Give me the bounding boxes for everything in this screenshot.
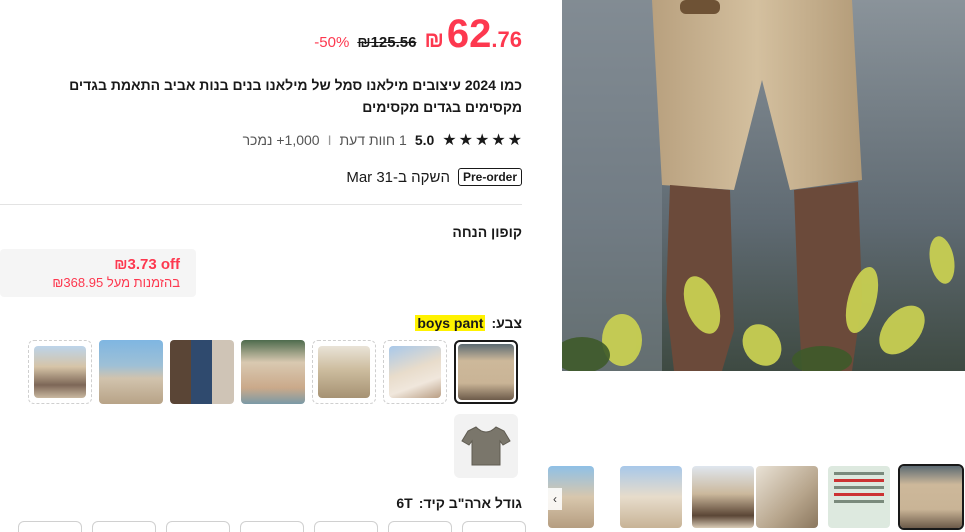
swatch-image <box>458 344 514 400</box>
rating-row[interactable]: ★ ★ ★ ★ ★ 5.0 1 חוות דעת I 1,000+ נמכר <box>243 130 522 150</box>
star-icon: ★ <box>474 132 490 149</box>
gallery-thumb[interactable] <box>898 464 964 530</box>
review-count[interactable]: 1 חוות דעת <box>339 132 406 148</box>
star-icon: ★ <box>491 132 506 149</box>
size-option[interactable] <box>240 521 304 532</box>
selected-color: boys pant <box>415 315 486 331</box>
size-option[interactable] <box>92 521 156 532</box>
chevron-left-icon[interactable]: ‹ <box>548 488 562 510</box>
color-swatch[interactable] <box>28 340 92 404</box>
price-integer: 62 <box>446 12 492 56</box>
price-decimal: .76 <box>491 27 522 52</box>
discount-badge: -50% <box>314 34 350 51</box>
color-label: צבע: <box>491 315 522 331</box>
original-price: ₪125.56 <box>357 34 417 51</box>
gallery-thumb[interactable] <box>692 466 754 528</box>
size-label: גודל ארה"ב קיד: <box>418 495 522 511</box>
preorder-badge: Pre-order <box>457 168 522 186</box>
coupon-amount: ₪3.73 off <box>114 256 180 273</box>
shipping-row: Pre-order השקה ב-Mar 31 <box>346 168 522 186</box>
swatch-image <box>241 340 305 404</box>
rating-separator: I <box>327 132 332 148</box>
tshirt-icon <box>454 414 518 478</box>
product-photo <box>562 0 965 371</box>
swatch-image <box>99 340 163 404</box>
size-label-row: גודל ארה"ב קיד: 6T <box>396 495 522 511</box>
coupon-title: קופון הנחה <box>452 224 522 240</box>
color-swatch[interactable] <box>99 340 163 404</box>
gallery-thumb[interactable] <box>828 466 890 528</box>
color-swatch[interactable] <box>454 340 518 404</box>
launch-date: השקה ב-Mar 31 <box>346 168 450 186</box>
star-icon: ★ <box>442 132 457 149</box>
swatch-image <box>34 346 86 398</box>
rating-stars: ★ ★ ★ ★ ★ <box>442 130 522 150</box>
section-divider <box>0 204 522 205</box>
color-swatch[interactable] <box>383 340 447 404</box>
color-swatch[interactable] <box>454 414 518 478</box>
size-option[interactable] <box>462 521 526 532</box>
size-option[interactable] <box>18 521 82 532</box>
coupon-condition: בהזמנות מעל ₪368.95 <box>52 275 180 290</box>
swatch-image <box>170 340 234 404</box>
color-label-row: צבע: boys pant <box>415 315 522 331</box>
star-icon: ★ <box>458 132 473 149</box>
product-title: כמו 2024 עיצובים מילאנו סמל של מילאנו בנ… <box>69 77 522 115</box>
star-icon: ★ <box>507 132 522 149</box>
selected-size: 6T <box>396 495 413 511</box>
size-option[interactable] <box>388 521 452 532</box>
rating-score: 5.0 <box>414 132 435 148</box>
size-option[interactable] <box>314 521 378 532</box>
size-option[interactable] <box>166 521 230 532</box>
price-currency: ₪ <box>424 27 444 52</box>
product-info-panel: ₪ 62 .76 ₪125.56 -50% כמו 2024 עיצובים מ… <box>0 0 540 532</box>
main-product-image[interactable] <box>562 0 965 371</box>
color-swatch[interactable] <box>312 340 376 404</box>
price-row: ₪ 62 .76 ₪125.56 -50% <box>314 14 522 54</box>
color-swatch[interactable] <box>170 340 234 404</box>
swatch-image <box>318 346 370 398</box>
color-swatch[interactable] <box>241 340 305 404</box>
gallery-thumb[interactable] <box>620 466 682 528</box>
gallery-thumb[interactable] <box>756 466 818 528</box>
current-price: ₪ 62 .76 <box>424 14 522 54</box>
sold-count: 1,000+ נמכר <box>242 132 320 148</box>
size-options <box>18 521 526 532</box>
swatch-image <box>389 346 441 398</box>
thumbnail-strip: ‹ <box>548 464 965 532</box>
coupon-card[interactable]: ₪3.73 off בהזמנות מעל ₪368.95 <box>0 249 196 297</box>
